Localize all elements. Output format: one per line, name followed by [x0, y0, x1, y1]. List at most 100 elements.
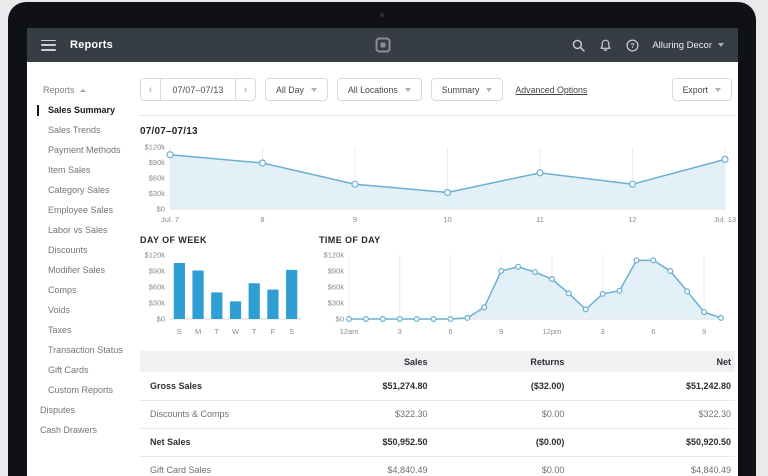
advanced-options-link[interactable]: Advanced Options [515, 85, 587, 95]
sidebar-item-label: Taxes [48, 325, 72, 335]
svg-text:$90k: $90k [328, 267, 345, 276]
sidebar-section-label: Reports [43, 85, 75, 95]
svg-text:8: 8 [260, 215, 264, 224]
sidebar-item-gift-cards[interactable]: Gift Cards [27, 360, 135, 380]
svg-text:S: S [289, 327, 294, 336]
sidebar-item-modifier-sales[interactable]: Modifier Sales [27, 260, 135, 280]
table-row-net-sales: Net Sales $50,952.50 ($0.00) $50,920.50 [140, 427, 735, 456]
svg-text:F: F [271, 327, 276, 336]
svg-text:$90k: $90k [149, 158, 166, 167]
chevron-down-icon [486, 87, 493, 92]
filter-dropdown-all-day[interactable]: All Day [265, 78, 328, 101]
dropdown-label: Summary [441, 84, 480, 95]
hamburger-icon[interactable] [41, 39, 56, 51]
chevron-down-icon [310, 87, 317, 92]
sidebar: Reports Sales Summary Sales Trends Payment… [27, 62, 135, 476]
filter-dropdown-all-locations[interactable]: All Locations [336, 78, 422, 101]
cell-returns: $0.00 [431, 455, 569, 476]
svg-text:$30k: $30k [149, 189, 166, 198]
svg-text:T: T [214, 327, 219, 336]
svg-text:$30k: $30k [328, 299, 345, 308]
active-indicator-bar [37, 104, 39, 116]
sidebar-item-sales-summary[interactable]: Sales Summary [27, 100, 135, 120]
sidebar-item-label: Category Sales [48, 185, 110, 195]
column-header-sales: Sales [330, 351, 432, 372]
cell-sales: $322.30 [330, 399, 432, 428]
cell-net: $4,840.49 [568, 455, 735, 476]
svg-text:6: 6 [651, 327, 655, 336]
svg-text:M: M [195, 327, 201, 336]
sidebar-item-label: Cash Drawers [40, 425, 98, 435]
sidebar-item-cash-drawers[interactable]: Cash Drawers [27, 420, 135, 440]
sidebar-item-disputes[interactable]: Disputes [27, 400, 135, 420]
export-button[interactable]: Export [671, 78, 732, 101]
caret-up-icon [79, 88, 86, 92]
search-icon[interactable] [571, 38, 585, 52]
sidebar-item-label: Labor vs Sales [48, 225, 108, 235]
sidebar-item-discounts[interactable]: Discounts [27, 240, 135, 260]
sidebar-item-employee-sales[interactable]: Employee Sales [27, 200, 135, 220]
cell-sales: $51,274.80 [382, 380, 428, 391]
row-label: Net Sales [140, 427, 331, 456]
sidebar-item-item-sales[interactable]: Item Sales [27, 160, 135, 180]
date-range-value[interactable]: 07/07–07/13 [161, 85, 235, 95]
svg-text:$30k: $30k [149, 299, 166, 308]
chevron-down-icon [715, 87, 721, 92]
sidebar-item-label: Employee Sales [48, 205, 114, 215]
report-date-heading: 07/07–07/13 [140, 126, 198, 137]
svg-text:12: 12 [628, 215, 636, 224]
sidebar-section-reports[interactable]: Reports [27, 80, 135, 100]
svg-text:$0: $0 [157, 315, 165, 324]
sidebar-item-payment-methods[interactable]: Payment Methods [27, 140, 135, 160]
account-name: Alluring Decor [652, 39, 712, 51]
cell-net: $51,242.80 [685, 380, 731, 391]
row-label: Discounts & Comps [140, 399, 331, 428]
sidebar-item-label: Item Sales [48, 165, 91, 175]
svg-text:$60k: $60k [149, 174, 166, 183]
chevron-left-icon[interactable]: ‹ [141, 79, 161, 100]
sidebar-item-sales-trends[interactable]: Sales Trends [27, 120, 135, 140]
sidebar-item-label: Custom Reports [48, 385, 114, 395]
help-icon[interactable]: ? [625, 38, 639, 52]
filter-dropdown-summary[interactable]: Summary [430, 78, 504, 101]
sidebar-item-taxes[interactable]: Taxes [27, 320, 135, 340]
svg-text:$120k: $120k [324, 251, 345, 260]
chevron-right-icon[interactable]: › [235, 79, 255, 100]
svg-text:$90k: $90k [149, 267, 166, 276]
sidebar-item-comps[interactable]: Comps [27, 280, 135, 300]
sidebar-item-voids[interactable]: Voids [27, 300, 135, 320]
column-header-returns: Returns [431, 351, 569, 372]
row-label: Gross Sales [150, 380, 203, 391]
svg-text:$120k: $120k [145, 143, 166, 152]
bell-icon[interactable] [598, 38, 612, 52]
sales-summary-table: Sales Returns Net Gross Sales $51,274.80 ($3… [140, 351, 735, 476]
sidebar-item-label: Disputes [40, 405, 76, 415]
column-header-label [140, 351, 331, 372]
sidebar-item-category-sales[interactable]: Category Sales [27, 180, 135, 200]
chevron-down-icon [718, 43, 724, 47]
svg-text:3: 3 [601, 327, 605, 336]
sidebar-item-label: Modifier Sales [48, 265, 106, 275]
sidebar-item-custom-reports[interactable]: Custom Reports [27, 380, 135, 400]
sidebar-item-label: Payment Methods [48, 145, 121, 155]
svg-text:Jul. 13: Jul. 13 [714, 215, 736, 224]
main-content: ‹ 07/07–07/13 › All Day All Locations Summ… [135, 62, 738, 476]
svg-text:$60k: $60k [149, 283, 166, 292]
cell-sales: $4,840.49 [330, 455, 432, 476]
table-row-discounts-comps: Discounts & Comps $322.30 $0.00 $322.30 [140, 399, 735, 428]
svg-text:9: 9 [353, 215, 357, 224]
sidebar-item-labor-vs-sales[interactable]: Labor vs Sales [27, 220, 135, 240]
sidebar-item-transaction-status[interactable]: Transaction Status [27, 340, 135, 360]
sidebar-item-label: Voids [48, 305, 71, 315]
day-of-week-title: DAY OF WEEK [140, 235, 207, 245]
account-menu[interactable]: Alluring Decor [652, 40, 724, 51]
svg-text:12pm: 12pm [543, 327, 562, 336]
toolbar-divider [140, 115, 735, 116]
report-toolbar: ‹ 07/07–07/13 › All Day All Locations Summ… [140, 78, 735, 101]
cell-sales: $50,952.50 [330, 427, 432, 456]
svg-text:?: ? [630, 43, 634, 50]
svg-text:$0: $0 [336, 315, 344, 324]
chevron-down-icon [404, 87, 411, 92]
cell-returns: $0.00 [431, 399, 569, 428]
cell-net: $50,920.50 [568, 427, 735, 456]
